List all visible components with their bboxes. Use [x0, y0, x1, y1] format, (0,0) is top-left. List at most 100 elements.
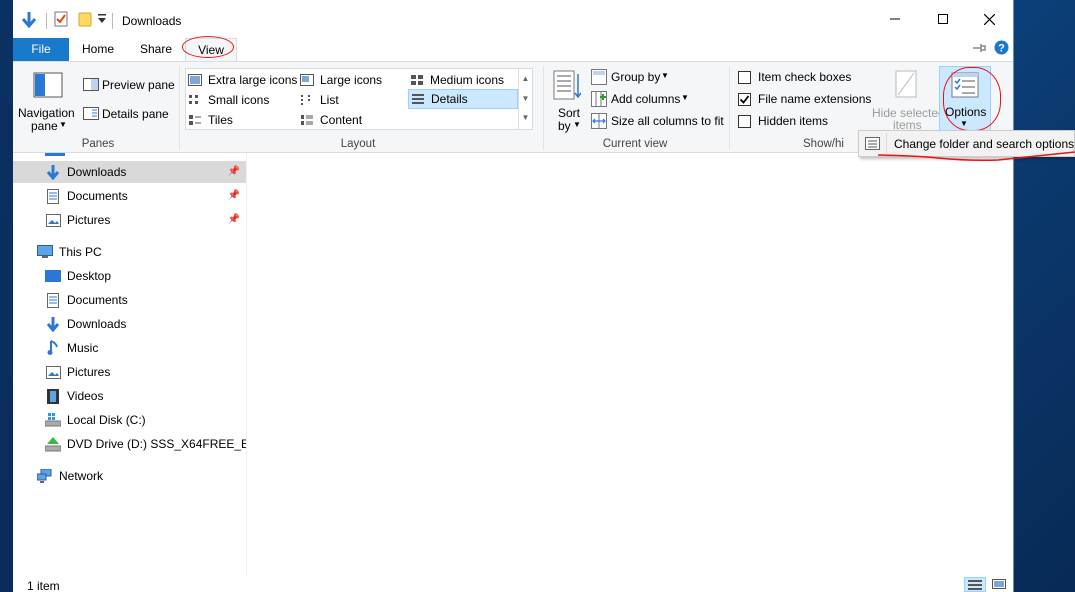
new-folder-icon[interactable] [78, 11, 92, 30]
checkmark-icon [739, 95, 750, 104]
chevron-down-icon: ▼ [661, 71, 669, 80]
nav-pc-downloads[interactable]: Downloads [13, 313, 246, 335]
nav-quick-downloads[interactable]: Downloads 📌 [13, 161, 246, 183]
maximize-icon [938, 14, 948, 24]
desktop-icon [45, 268, 61, 284]
layout-content[interactable]: Content [300, 110, 362, 130]
file-name-extensions-label: File name extensions [758, 92, 872, 106]
nav-pc-desktop[interactable]: Desktop [13, 265, 246, 287]
group-by-icon [591, 69, 607, 88]
nav-quick-pictures[interactable]: Pictures 📌 [13, 209, 246, 231]
videos-icon [45, 388, 61, 404]
layout-scrollbar[interactable]: ▲ ▼ ▼ [518, 69, 532, 129]
ribbon-tabs: File Home Share View ? [13, 38, 1013, 61]
show-hide-group-label: Show/hi [803, 138, 844, 150]
layout-list[interactable]: List [300, 90, 339, 110]
desktop-edge [0, 0, 13, 592]
nav-this-pc[interactable]: This PC [13, 241, 246, 263]
minimize-button[interactable] [872, 0, 918, 38]
large-icons-view-toggle[interactable] [989, 577, 1009, 592]
nav-pc-music[interactable]: Music [13, 337, 246, 359]
tab-file[interactable]: File [13, 38, 69, 61]
layout-medium-icons[interactable]: Medium icons [410, 70, 504, 90]
group-by-button[interactable]: Group by ▼ [591, 68, 671, 88]
item-check-boxes-checkbox[interactable] [738, 71, 751, 84]
layout-extra-large-icons[interactable]: Extra large icons [188, 70, 297, 90]
down-arrow-icon[interactable] [21, 11, 37, 32]
item-check-boxes-option[interactable]: Item check boxes [737, 70, 867, 86]
navigation-pane-icon [33, 72, 63, 101]
more-layouts-icon[interactable]: ▼ [519, 109, 532, 129]
layout-gallery: Extra large icons Large icons Medium ico… [185, 68, 533, 130]
item-check-boxes-label: Item check boxes [758, 70, 852, 84]
maximize-button[interactable] [920, 0, 966, 38]
properties-icon[interactable] [54, 11, 68, 30]
nav-pc-videos[interactable]: Videos [13, 385, 246, 407]
tab-share[interactable]: Share [131, 38, 181, 61]
pin-icon[interactable]: 📌 [228, 166, 240, 177]
add-columns-label: Add columns [611, 92, 681, 106]
size-all-columns-button[interactable]: Size all columns to fit [591, 112, 726, 132]
nav-label: This PC [59, 245, 102, 259]
customize-dropdown-icon[interactable] [98, 13, 106, 27]
details-pane-button[interactable]: Details pane [81, 105, 173, 125]
pin-icon[interactable]: 📌 [228, 190, 240, 201]
content-icon [301, 115, 313, 125]
nav-pc-dvd-drive[interactable]: DVD Drive (D:) SSS_X64FREE_EN-U [13, 433, 246, 455]
details-view-toggle[interactable] [964, 577, 986, 592]
dvd-drive-icon [45, 436, 61, 452]
large-icons-icon [300, 74, 314, 86]
menu-annotation-underline [878, 151, 1075, 161]
hidden-items-checkbox[interactable] [738, 115, 751, 128]
navigation-pane-button[interactable]: Navigation pane ▼ [17, 66, 79, 136]
details-pane-icon [83, 107, 99, 123]
nav-pc-pictures[interactable]: Pictures [13, 361, 246, 383]
hide-selected-icon [895, 70, 919, 101]
nav-label: Downloads [67, 317, 127, 331]
small-icons-label: Small icons [208, 93, 270, 107]
pin-ribbon-icon[interactable] [973, 42, 987, 56]
sort-by-button[interactable]: Sort by ▼ [550, 66, 586, 134]
tiles-label: Tiles [208, 113, 233, 127]
details-pane-label: Details pane [102, 107, 169, 121]
pin-icon[interactable]: 📌 [228, 214, 240, 225]
hidden-items-option[interactable]: Hidden items [737, 114, 857, 130]
tab-home[interactable]: Home [75, 38, 121, 61]
sort-label-2: by [558, 119, 571, 133]
file-name-extensions-checkbox[interactable] [738, 93, 751, 106]
group-separator [179, 66, 180, 150]
status-bar: 1 item [13, 576, 1013, 592]
layout-tiles[interactable]: Tiles [188, 110, 233, 130]
item-count: 1 item [27, 579, 60, 592]
close-button[interactable] [966, 0, 1012, 38]
extra-large-icons-label: Extra large icons [208, 73, 298, 87]
pictures-icon [45, 212, 61, 228]
details-label: Details [431, 92, 468, 106]
options-annotation [943, 67, 1001, 131]
nav-quick-documents[interactable]: Documents 📌 [13, 185, 246, 207]
scroll-down-icon[interactable]: ▼ [519, 89, 532, 109]
close-icon [983, 13, 995, 25]
list-icon [301, 95, 310, 105]
hide-selected-items-button[interactable]: Hide selected items [871, 66, 945, 134]
nav-pc-local-disk[interactable]: Local Disk (C:) [13, 409, 246, 431]
file-name-extensions-option[interactable]: File name extensions [737, 92, 877, 108]
nav-label: DVD Drive (D:) SSS_X64FREE_EN-U [67, 437, 246, 451]
nav-pc-documents[interactable]: Documents [13, 289, 246, 311]
file-list-area[interactable] [247, 153, 1013, 573]
preview-pane-button[interactable]: Preview pane [81, 76, 175, 96]
view-tab-annotation [182, 36, 234, 58]
nav-network[interactable]: Network [13, 465, 246, 487]
nav-label: Videos [67, 389, 104, 403]
medium-icons-label: Medium icons [430, 73, 505, 87]
add-columns-button[interactable]: Add columns ▼ [591, 90, 691, 110]
scroll-up-icon[interactable]: ▲ [519, 69, 532, 89]
layout-small-icons[interactable]: Small icons [188, 90, 269, 110]
size-columns-label: Size all columns to fit [611, 114, 724, 128]
layout-large-icons[interactable]: Large icons [300, 70, 382, 90]
chevron-down-icon: ▼ [59, 120, 67, 129]
layout-details[interactable]: Details [408, 89, 518, 109]
quick-access-scroll-remnant [45, 153, 65, 156]
title-bar: Downloads [13, 0, 1013, 38]
help-icon[interactable]: ? [994, 40, 1009, 58]
